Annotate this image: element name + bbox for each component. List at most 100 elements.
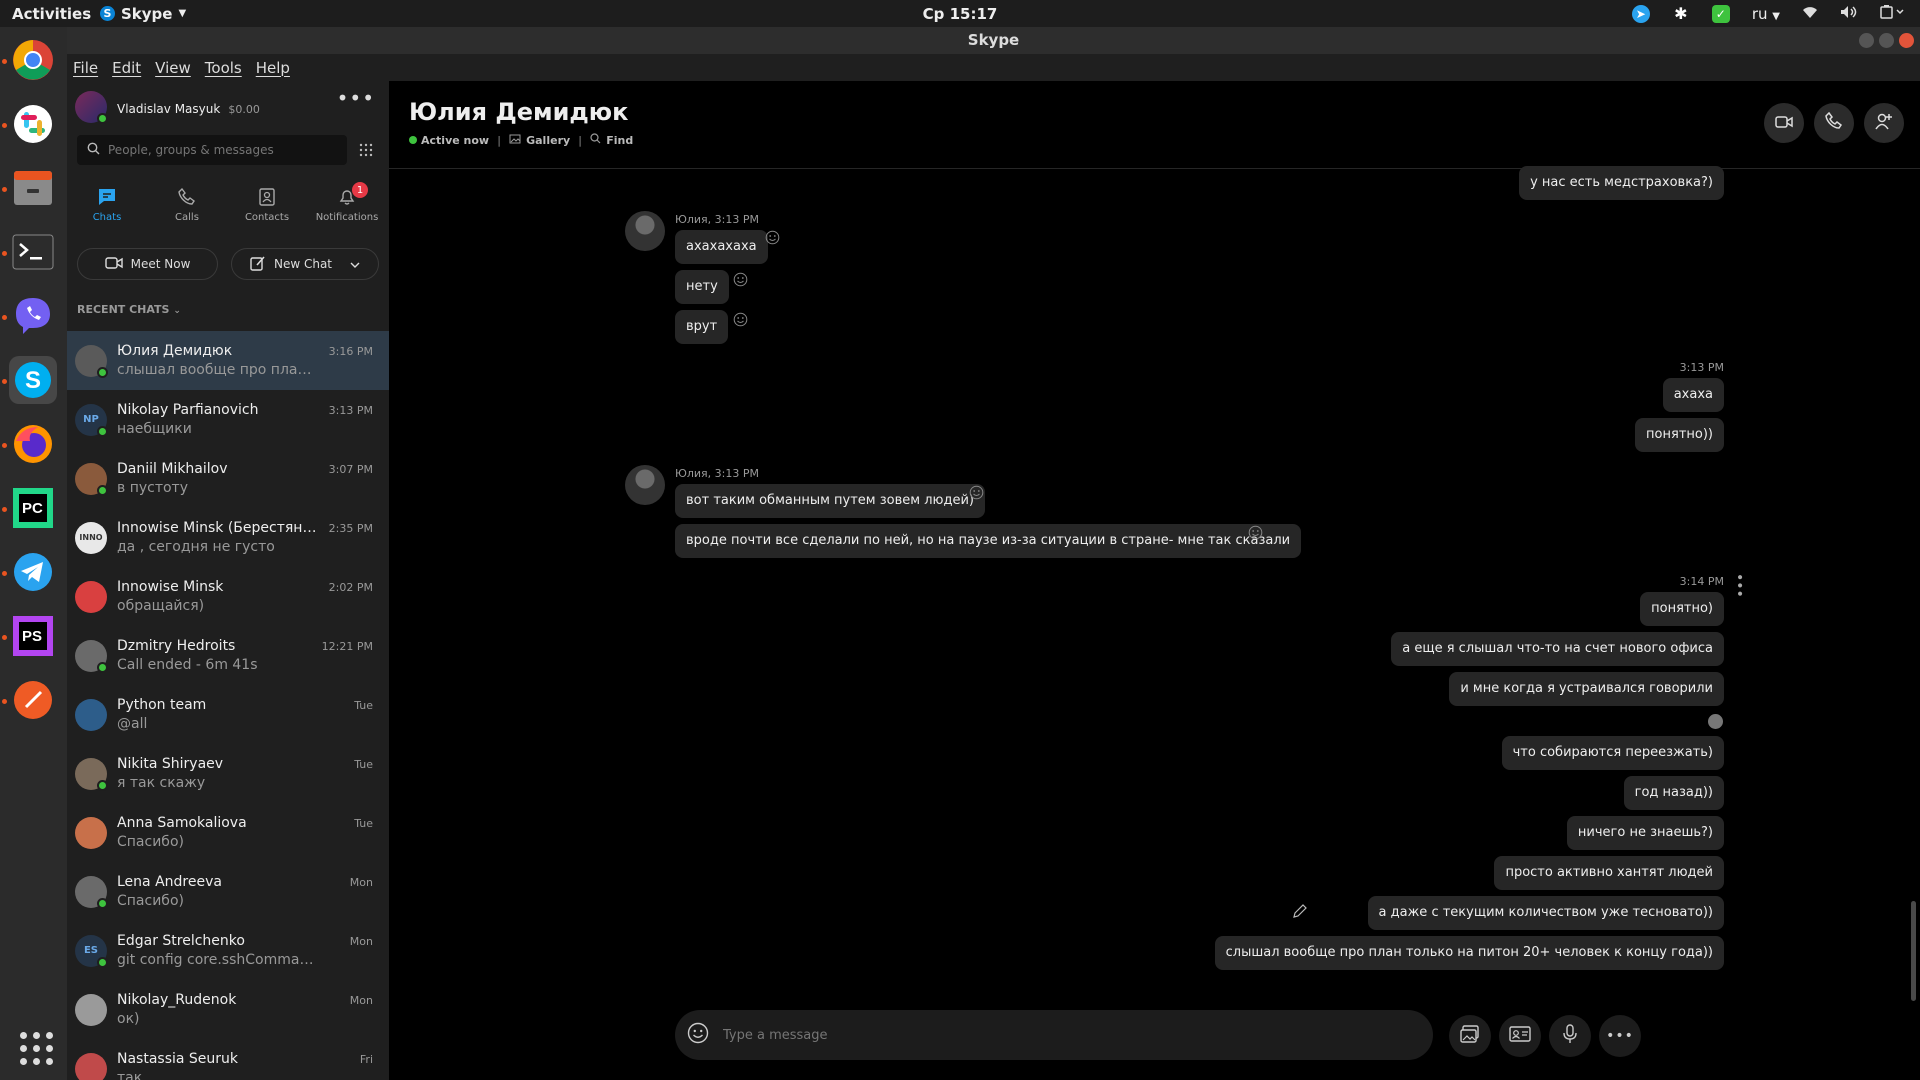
- chat-list-item[interactable]: Nastassia Seuruk так Fri: [67, 1039, 389, 1080]
- skype-credit[interactable]: $0.00: [228, 103, 260, 116]
- pycharm-icon[interactable]: PC: [9, 484, 57, 532]
- sender-avatar[interactable]: [625, 465, 665, 505]
- incoming-message[interactable]: врут: [675, 310, 729, 344]
- firefox-icon[interactable]: [9, 420, 57, 468]
- volume-icon[interactable]: [1840, 5, 1858, 23]
- new-chat-button[interactable]: New Chat: [231, 248, 379, 280]
- outgoing-message[interactable]: а еще я слышал что-то на счет нового офи…: [1391, 632, 1724, 666]
- incoming-message[interactable]: вот таким обманным путем зовем людей): [675, 484, 985, 518]
- add-reaction-icon[interactable]: [765, 230, 780, 245]
- chat-list-item[interactable]: Anna Samokaliova Спасибо) Tue: [67, 803, 389, 862]
- tab-notifications[interactable]: 1 Notifications: [307, 182, 387, 223]
- chat-text: Nikolay Parfianovich наебщики: [117, 402, 317, 437]
- running-indicator: [2, 699, 7, 704]
- more-options-button[interactable]: •••: [1599, 1015, 1641, 1057]
- outgoing-message[interactable]: а даже с текущим количеством уже теснова…: [1367, 896, 1724, 930]
- scrollbar[interactable]: [1911, 901, 1916, 1001]
- outgoing-message[interactable]: ничего не знаешь?): [1566, 816, 1724, 850]
- chat-list-item[interactable]: Dzmitry Hedroits Call ended - 6m 41s 12:21…: [67, 626, 389, 685]
- menu-file[interactable]: File: [73, 59, 98, 77]
- menu-help[interactable]: Help: [256, 59, 290, 77]
- chat-list-item[interactable]: Nikita Shiryaev я так скажу Tue: [67, 744, 389, 803]
- files-icon[interactable]: [9, 164, 57, 212]
- outgoing-message[interactable]: у нас есть медстраховка?): [1519, 166, 1724, 200]
- outgoing-message[interactable]: ахаха: [1662, 378, 1724, 412]
- add-reaction-icon[interactable]: [733, 272, 748, 287]
- chevron-down-icon[interactable]: [350, 257, 360, 271]
- maximize-button[interactable]: [1879, 33, 1894, 48]
- outgoing-message[interactable]: и мне когда я устраивался говорили: [1449, 672, 1724, 706]
- incoming-message[interactable]: ахахахаха: [675, 230, 768, 264]
- telegram-icon[interactable]: [9, 548, 57, 596]
- chat-list-item[interactable]: Daniil Mikhailov в пустоту 3:07 PM: [67, 449, 389, 508]
- gallery-link[interactable]: Gallery: [526, 134, 570, 147]
- add-reaction-icon[interactable]: [1248, 525, 1263, 540]
- app-menu[interactable]: S Skype ▼: [100, 5, 186, 23]
- chrome-icon[interactable]: [9, 36, 57, 84]
- slack-icon[interactable]: [9, 100, 57, 148]
- dialpad-icon[interactable]: [351, 135, 381, 165]
- menu-tools[interactable]: Tools: [205, 59, 242, 77]
- video-call-button[interactable]: [1764, 103, 1804, 143]
- outgoing-message[interactable]: понятно): [1640, 592, 1724, 626]
- audio-call-button[interactable]: [1814, 103, 1854, 143]
- edit-pencil-icon[interactable]: [1292, 904, 1307, 923]
- recent-chats-header[interactable]: RECENT CHATS ⌄: [77, 303, 181, 316]
- incoming-message[interactable]: вроде почти все сделали по ней, но на па…: [675, 524, 1302, 558]
- close-button[interactable]: [1899, 33, 1914, 48]
- add-reaction-icon[interactable]: [733, 312, 748, 327]
- emoji-icon[interactable]: [687, 1022, 709, 1048]
- viber-icon[interactable]: [9, 292, 57, 340]
- tab-chats[interactable]: Chats: [67, 186, 147, 223]
- tab-calls[interactable]: Calls: [147, 186, 227, 223]
- telegram-tray-icon[interactable]: ➤: [1631, 4, 1650, 23]
- postman-icon[interactable]: [9, 676, 57, 724]
- message-input[interactable]: [723, 1027, 1323, 1043]
- media-button[interactable]: [1449, 1015, 1491, 1057]
- wifi-icon[interactable]: [1802, 5, 1818, 23]
- chat-list-item[interactable]: ES Edgar Strelchenko git config core.sshCo…: [67, 921, 389, 980]
- outgoing-message[interactable]: просто активно хантят людей: [1494, 856, 1724, 890]
- chat-list-item[interactable]: Юлия Демидюк слышал вообще про план то...…: [67, 331, 389, 390]
- chat-list-item[interactable]: Nikolay_Rudenok ок) Mon: [67, 980, 389, 1039]
- show-applications-icon[interactable]: [20, 1032, 53, 1065]
- chat-list-item[interactable]: Lena Andreeva Спасибо) Mon: [67, 862, 389, 921]
- search-input[interactable]: [108, 143, 328, 157]
- search-box[interactable]: [77, 135, 347, 165]
- minimize-button[interactable]: [1859, 33, 1874, 48]
- battery-icon[interactable]: [1880, 4, 1906, 23]
- conversation-title[interactable]: Юлия Демидюк: [409, 98, 628, 126]
- menu-view[interactable]: View: [155, 59, 191, 77]
- check-tray-icon[interactable]: ✓: [1711, 4, 1730, 23]
- incoming-message[interactable]: нету: [675, 270, 729, 304]
- contact-card-button[interactable]: [1499, 1015, 1541, 1057]
- more-options-icon[interactable]: •••: [337, 88, 375, 108]
- skype-dock-icon[interactable]: S: [9, 356, 57, 404]
- chat-list-item[interactable]: INNO Innowise Minsk (Берестянск... да , с…: [67, 508, 389, 567]
- outgoing-message[interactable]: что собираются переезжать): [1501, 736, 1724, 770]
- activities-button[interactable]: Activities: [12, 5, 91, 23]
- keyboard-layout[interactable]: ru ▼: [1752, 5, 1780, 23]
- terminal-icon[interactable]: [9, 228, 57, 276]
- message-timestamp: 3:14 PM: [1679, 575, 1724, 588]
- menu-edit[interactable]: Edit: [112, 59, 141, 77]
- outgoing-message[interactable]: год назад)): [1623, 776, 1724, 810]
- video-camera-icon: [1775, 114, 1793, 133]
- message-options-icon[interactable]: •••: [1731, 573, 1747, 598]
- tab-contacts[interactable]: Contacts: [227, 186, 307, 223]
- chat-list-item[interactable]: NP Nikolay Parfianovich наебщики 3:13 PM: [67, 390, 389, 449]
- phpstorm-icon[interactable]: PS: [9, 612, 57, 660]
- chat-list-item[interactable]: Innowise Minsk обращайся) 2:02 PM: [67, 567, 389, 626]
- outgoing-message[interactable]: слышал вообще про план только на питон 2…: [1214, 936, 1724, 970]
- profile[interactable]: Vladislav Masyuk $0.00: [75, 91, 260, 124]
- slack-tray-icon[interactable]: ✱: [1672, 4, 1690, 23]
- voice-message-button[interactable]: [1549, 1015, 1591, 1057]
- add-reaction-icon[interactable]: [969, 485, 984, 500]
- outgoing-message[interactable]: понятно)): [1635, 418, 1724, 452]
- meet-now-button[interactable]: Meet Now: [77, 248, 218, 280]
- avatar[interactable]: [75, 91, 108, 124]
- find-link[interactable]: Find: [606, 134, 633, 147]
- add-people-button[interactable]: [1864, 103, 1904, 143]
- sender-avatar[interactable]: [625, 211, 665, 251]
- chat-list-item[interactable]: Python team @all Tue: [67, 685, 389, 744]
